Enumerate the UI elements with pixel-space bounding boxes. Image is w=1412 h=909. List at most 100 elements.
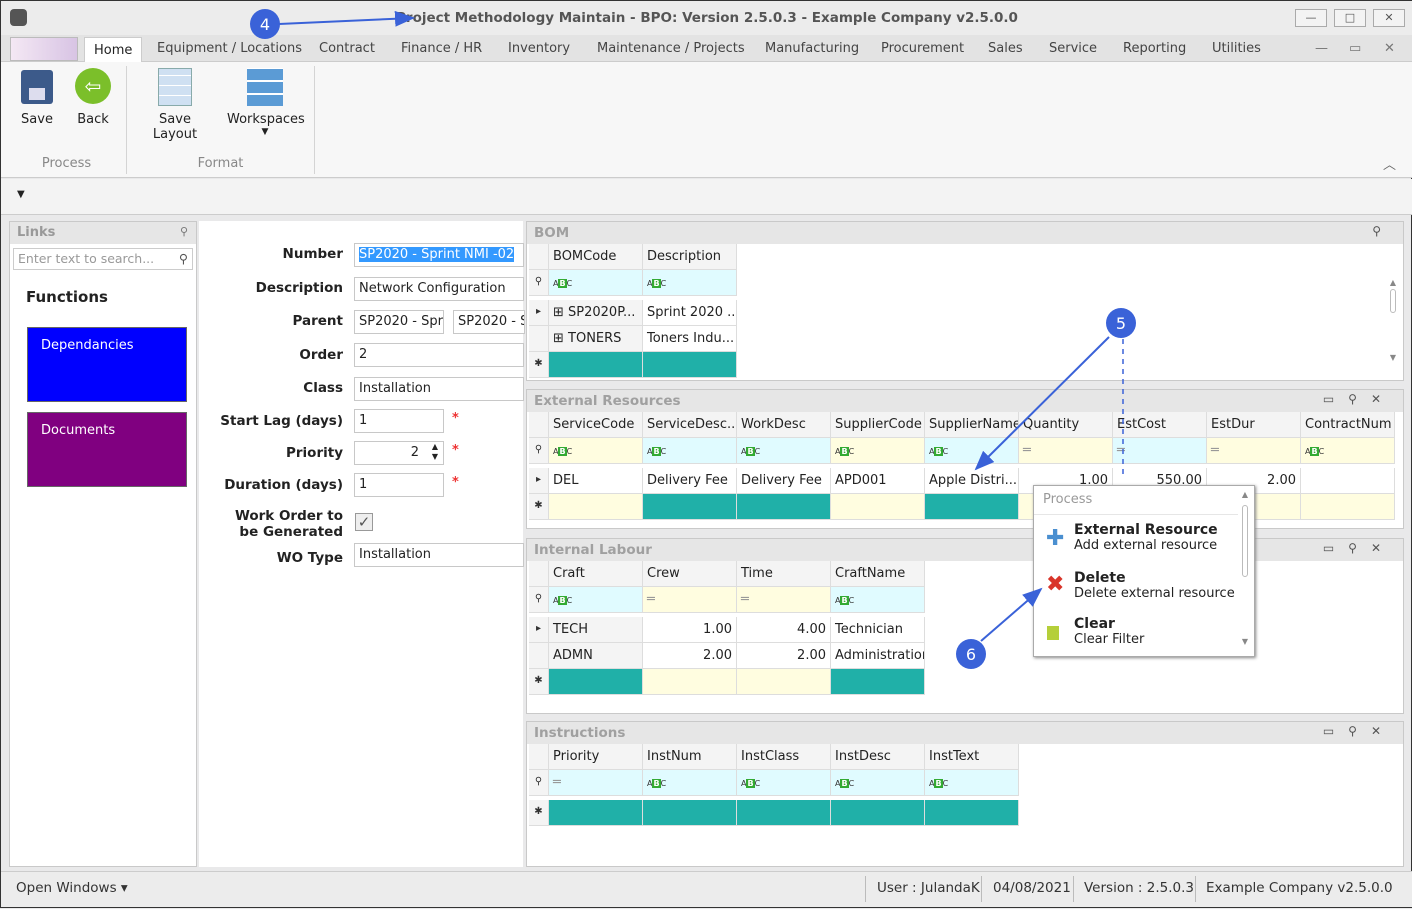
tab-procurement[interactable]: Procurement <box>881 41 964 56</box>
column-header[interactable]: SupplierName <box>925 412 1019 438</box>
filter-cell[interactable]: ABC <box>737 438 831 464</box>
new-row[interactable]: ✱ <box>529 669 1403 695</box>
description-input[interactable]: Network Configuration <box>354 277 524 301</box>
column-header[interactable]: InstText <box>925 744 1019 770</box>
table-cell[interactable]: 2.00 <box>737 643 831 669</box>
parent-name-input[interactable]: SP2020 - Sprint <box>453 310 525 334</box>
menu-item-external-resource[interactable]: ✚ External Resource Add external resource <box>1034 520 1238 564</box>
menu-scrollbar[interactable]: ▲ ▼ <box>1238 490 1252 654</box>
panel-buttons[interactable]: ▭⚲✕ <box>1323 724 1395 738</box>
minimize-button[interactable]: — <box>1295 9 1327 27</box>
table-cell[interactable]: Administration <box>831 643 925 669</box>
new-row-cell[interactable] <box>831 494 925 520</box>
pin-icon[interactable]: ⚲ <box>180 225 188 238</box>
new-row-cell[interactable] <box>737 494 831 520</box>
customize-toolbar-icon[interactable]: ▼ <box>17 189 25 200</box>
filter-cell[interactable]: ═ <box>1019 438 1113 464</box>
documents-tile[interactable]: Documents <box>27 412 187 487</box>
column-header[interactable]: Quantity <box>1019 412 1113 438</box>
table-cell[interactable]: Sprint 2020 ... <box>643 300 737 326</box>
tab-equipment-locations[interactable]: Equipment / Locations <box>157 41 302 56</box>
filter-cell[interactable]: ABC <box>831 587 925 613</box>
mdi-close-icon[interactable]: ✕ <box>1384 41 1395 56</box>
filter-cell[interactable]: ABC <box>643 438 737 464</box>
new-row-cell[interactable] <box>643 494 737 520</box>
table-cell[interactable]: TECH <box>549 617 643 643</box>
column-header[interactable]: InstDesc <box>831 744 925 770</box>
new-row-cell[interactable] <box>925 800 1019 826</box>
back-button[interactable]: ⇦ Back <box>71 68 115 127</box>
tab-reporting[interactable]: Reporting <box>1123 41 1186 56</box>
column-header[interactable]: EstCost <box>1113 412 1207 438</box>
new-row-cell[interactable] <box>831 800 925 826</box>
table-cell[interactable]: Technician <box>831 617 925 643</box>
table-cell[interactable]: Toners Indu... <box>643 326 737 352</box>
filter-cell[interactable]: ═ <box>643 587 737 613</box>
column-header[interactable]: Description <box>643 244 737 270</box>
tab-contract[interactable]: Contract <box>319 41 375 56</box>
table-cell[interactable]: 2.00 <box>643 643 737 669</box>
number-input[interactable]: SP2020 - Sprint NMI -02 <box>354 243 524 267</box>
table-row[interactable]: ▸ ⊞ SP2020P... Sprint 2020 ... <box>529 300 1403 326</box>
filter-cell[interactable]: ═ <box>1113 438 1207 464</box>
new-row-cell[interactable] <box>925 494 1019 520</box>
search-icon[interactable]: ⚲ <box>179 251 188 266</box>
table-cell[interactable]: ADMN <box>549 643 643 669</box>
workspaces-button[interactable]: Workspaces ▼ <box>227 68 305 137</box>
table-cell[interactable]: ⊞ TONERS <box>549 326 643 352</box>
parent-code-input[interactable]: SP2020 - Sprint <box>354 310 444 334</box>
tab-home[interactable]: Home <box>84 37 143 63</box>
table-row[interactable]: ▸ TECH 1.00 4.00 Technician <box>529 617 1403 643</box>
new-row-cell[interactable] <box>549 669 643 695</box>
filter-cell[interactable]: ABC <box>549 587 643 613</box>
filter-cell[interactable]: ═ <box>737 587 831 613</box>
table-cell[interactable]: DEL <box>549 468 643 494</box>
new-row-cell[interactable] <box>1301 494 1395 520</box>
column-header[interactable]: SupplierCode <box>831 412 925 438</box>
tab-sales[interactable]: Sales <box>988 41 1023 56</box>
filter-cell[interactable]: ABC <box>549 270 643 296</box>
table-cell[interactable]: Delivery Fee <box>737 468 831 494</box>
mdi-minimize-icon[interactable]: — <box>1315 41 1328 56</box>
table-cell[interactable]: 1.00 <box>643 617 737 643</box>
new-row-cell[interactable] <box>643 800 737 826</box>
column-header[interactable]: Time <box>737 561 831 587</box>
table-cell[interactable]: APD001 <box>831 468 925 494</box>
column-header[interactable]: CraftName <box>831 561 925 587</box>
new-row-cell[interactable] <box>549 494 643 520</box>
filter-cell[interactable]: ABC <box>643 770 737 796</box>
column-header[interactable]: Crew <box>643 561 737 587</box>
order-input[interactable]: 2 <box>354 343 524 367</box>
column-header[interactable]: InstClass <box>737 744 831 770</box>
collapse-ribbon-icon[interactable]: ︿ <box>1383 154 1396 173</box>
tab-manufacturing[interactable]: Manufacturing <box>765 41 859 56</box>
column-header[interactable]: ServiceDesc... <box>643 412 737 438</box>
new-row-cell[interactable] <box>737 800 831 826</box>
filter-cell[interactable]: ABC <box>549 438 643 464</box>
filter-cell[interactable]: ABC <box>737 770 831 796</box>
column-header[interactable]: WorkDesc <box>737 412 831 438</box>
tab-maintenance-projects[interactable]: Maintenance / Projects <box>597 41 745 56</box>
panel-buttons[interactable]: ▭⚲✕ <box>1323 392 1395 406</box>
menu-item-delete[interactable]: ✖ Delete Delete external resource <box>1034 568 1238 612</box>
new-row-cell[interactable] <box>737 669 831 695</box>
table-cell[interactable]: 4.00 <box>737 617 831 643</box>
filter-cell[interactable]: ABC <box>925 770 1019 796</box>
new-row[interactable]: ✱ <box>529 800 1403 826</box>
tab-finance-hr[interactable]: Finance / HR <box>401 41 482 56</box>
spinner-arrows-icon[interactable]: ▲ ▼ <box>432 442 438 462</box>
class-input[interactable]: Installation <box>354 377 524 401</box>
panel-buttons[interactable]: ▭⚲✕ <box>1323 541 1395 555</box>
duration-input[interactable]: 1 <box>354 473 444 497</box>
open-windows-button[interactable]: Open Windows ▾ <box>16 880 128 896</box>
save-button[interactable]: Save <box>15 68 59 127</box>
table-row[interactable]: ⊞ TONERS Toners Indu... <box>529 326 1403 352</box>
mdi-restore-icon[interactable]: ▭ <box>1349 41 1361 56</box>
filter-cell[interactable]: ABC <box>643 270 737 296</box>
filter-cell[interactable]: ABC <box>831 438 925 464</box>
links-search-input[interactable]: Enter text to search... ⚲ <box>13 248 193 270</box>
new-row-cell[interactable] <box>643 352 737 378</box>
new-row-cell[interactable] <box>831 669 925 695</box>
filter-cell[interactable]: ═ <box>1207 438 1301 464</box>
column-header[interactable]: EstDur <box>1207 412 1301 438</box>
